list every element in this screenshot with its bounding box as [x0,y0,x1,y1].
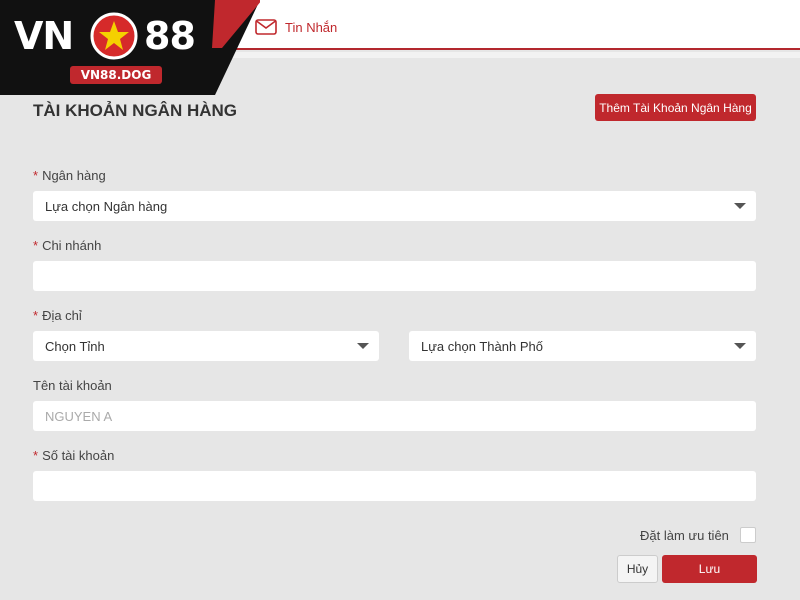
required-mark: * [33,308,39,323]
brand-logo[interactable]: VN 88 VN88.DOG [0,0,260,95]
branch-input[interactable] [33,261,756,291]
account-name-input[interactable]: NGUYEN A [33,401,756,431]
address-label: * Địa chỉ [33,308,82,323]
save-button[interactable]: Lưu [662,555,757,583]
logo-domain-badge: VN88.DOG [70,66,162,84]
required-mark: * [33,168,39,183]
chevron-down-icon [357,343,369,349]
province-select-value: Chọn Tỉnh [45,338,105,354]
tab-messages-label: Tin Nhắn [285,19,338,35]
address-label-text: Địa chỉ [42,308,82,323]
priority-checkbox[interactable] [740,527,756,543]
account-name-placeholder: NGUYEN A [45,408,113,424]
account-number-label-text: Số tài khoản [42,448,115,463]
bank-label: * Ngân hàng [33,168,106,183]
page-title: TÀI KHOẢN NGÂN HÀNG [33,101,237,120]
cancel-button[interactable]: Hủy [617,555,658,583]
star-icon [90,12,138,60]
account-number-label: * Số tài khoản [33,448,114,463]
chevron-down-icon [734,343,746,349]
account-name-label: Tên tài khoản [33,378,112,393]
add-bank-account-button[interactable]: Thêm Tài Khoản Ngân Hàng [595,94,756,121]
province-select[interactable]: Chọn Tỉnh [33,331,379,361]
tab-messages[interactable]: Tin Nhắn [255,14,337,40]
chevron-down-icon [734,203,746,209]
branch-label: * Chi nhánh [33,238,101,253]
required-mark: * [33,448,39,463]
logo-text-88: 88 [144,14,196,58]
logo-text-vn: VN [14,14,74,58]
required-mark: * [33,238,39,253]
city-select-value: Lựa chọn Thành Phố [421,338,543,354]
bank-select[interactable]: Lựa chọn Ngân hàng [33,191,756,221]
bank-select-value: Lựa chọn Ngân hàng [45,198,168,214]
branch-label-text: Chi nhánh [42,238,102,253]
priority-label: Đặt làm ưu tiên [640,528,729,543]
account-number-input[interactable] [33,471,756,501]
city-select[interactable]: Lựa chọn Thành Phố [409,331,756,361]
bank-label-text: Ngân hàng [42,168,106,183]
